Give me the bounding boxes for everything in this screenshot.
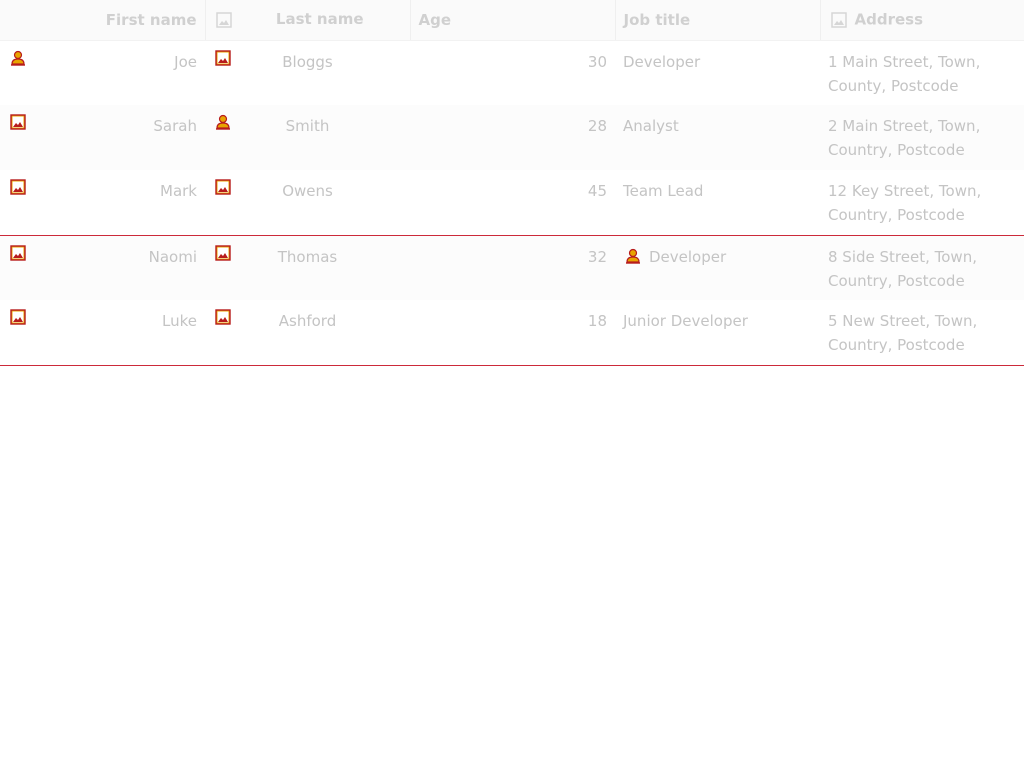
table-row[interactable]: Naomi Thomas 32 Developer 8 Side Street, Tow… bbox=[0, 234, 1024, 300]
column-header-age[interactable]: Age bbox=[410, 0, 616, 41]
cell-age[interactable]: 45 bbox=[410, 170, 615, 235]
column-header-label: Last name bbox=[275, 10, 364, 29]
age-text: 32 bbox=[587, 247, 607, 266]
address-text: 1 Main Street, Town, County, Postcode bbox=[828, 52, 981, 95]
age-text: 28 bbox=[587, 117, 607, 135]
table-row[interactable]: Luke Ashford 18 Junior Developer 5 New Stree… bbox=[0, 300, 1024, 366]
image-icon bbox=[8, 112, 28, 132]
cell-address[interactable]: 8 Side Street, Town, Country, Postcode bbox=[820, 234, 1024, 300]
image-icon bbox=[8, 243, 28, 263]
address-text: 8 Side Street, Town, Country, Postcode bbox=[828, 247, 977, 290]
cell-first-name[interactable]: Naomi bbox=[0, 234, 205, 300]
cell-address[interactable]: 1 Main Street, Town, County, Postcode bbox=[820, 40, 1024, 105]
last-name-text: Ashford bbox=[278, 312, 337, 330]
cell-age[interactable]: 18 bbox=[410, 300, 615, 366]
table-row[interactable]: Sarah Smith 28 Analyst 2 Main Street, Town, … bbox=[0, 105, 1024, 170]
first-name-text: Luke bbox=[162, 312, 197, 330]
cell-first-name[interactable]: Mark bbox=[0, 170, 205, 235]
cell-job-title[interactable]: Developer bbox=[615, 234, 820, 300]
image-icon bbox=[8, 307, 28, 327]
cell-address[interactable]: 12 Key Street, Town, Country, Postcode bbox=[820, 170, 1024, 235]
age-text: 30 bbox=[587, 52, 607, 71]
last-name-text: Bloggs bbox=[282, 52, 333, 71]
column-header-label: Job title bbox=[623, 10, 691, 29]
cell-last-name[interactable]: Smith bbox=[205, 105, 410, 170]
address-text: 12 Key Street, Town, Country, Postcode bbox=[828, 182, 982, 224]
column-header-job-title[interactable]: Job title bbox=[615, 0, 821, 41]
first-name-text: Naomi bbox=[148, 247, 197, 266]
last-name-text: Thomas bbox=[277, 247, 338, 266]
cell-last-name[interactable]: Thomas bbox=[205, 234, 410, 300]
column-header-label: First name bbox=[105, 10, 197, 29]
cell-address[interactable]: 2 Main Street, Town, Country, Postcode bbox=[820, 105, 1024, 170]
address-text: 5 New Street, Town, Country, Postcode bbox=[828, 312, 978, 354]
header-row: First name Last name Age Job title Addre… bbox=[0, 0, 1024, 41]
job-title-text: Developer bbox=[623, 52, 701, 71]
image-icon bbox=[829, 10, 849, 30]
column-header-first-name[interactable]: First name bbox=[0, 0, 206, 41]
cell-last-name[interactable]: Ashford bbox=[205, 300, 410, 366]
column-header-label: Address bbox=[854, 10, 924, 29]
first-name-text: Sarah bbox=[153, 117, 197, 135]
last-name-text: Owens bbox=[282, 182, 333, 200]
age-text: 45 bbox=[587, 182, 607, 200]
address-text: 2 Main Street, Town, Country, Postcode bbox=[828, 117, 981, 159]
cell-last-name[interactable]: Bloggs bbox=[205, 40, 410, 105]
image-icon bbox=[213, 307, 233, 327]
image-icon bbox=[213, 243, 233, 263]
first-name-text: Joe bbox=[174, 52, 197, 71]
column-header-last-name[interactable]: Last name bbox=[205, 0, 411, 41]
person-icon bbox=[623, 246, 643, 266]
cell-age[interactable]: 30 bbox=[410, 40, 615, 105]
cell-job-title[interactable]: Developer bbox=[615, 40, 820, 105]
image-icon bbox=[214, 10, 234, 30]
table-row[interactable]: Mark Owens 45 Team Lead 12 Key Street, Town,… bbox=[0, 170, 1024, 235]
cell-address[interactable]: 5 New Street, Town, Country, Postcode bbox=[820, 300, 1024, 366]
image-icon bbox=[213, 177, 233, 197]
job-title-text: Team Lead bbox=[623, 182, 704, 200]
image-icon bbox=[8, 177, 28, 197]
job-title-text: Analyst bbox=[623, 117, 679, 135]
column-header-address[interactable]: Address bbox=[820, 0, 1024, 41]
cell-job-title[interactable]: Junior Developer bbox=[615, 300, 820, 366]
cell-job-title[interactable]: Analyst bbox=[615, 105, 820, 170]
cell-age[interactable]: 32 bbox=[410, 234, 615, 300]
cell-job-title[interactable]: Team Lead bbox=[615, 170, 820, 235]
table-row[interactable]: Joe Bloggs 30 Developer 1 Main Street, Town,… bbox=[0, 40, 1024, 105]
cell-first-name[interactable]: Joe bbox=[0, 40, 205, 105]
job-title-text: Developer bbox=[649, 247, 727, 266]
cell-first-name[interactable]: Luke bbox=[0, 300, 205, 366]
data-grid: First name Last name Age Job title Addre… bbox=[0, 0, 1024, 366]
cell-age[interactable]: 28 bbox=[410, 105, 615, 170]
first-name-text: Mark bbox=[160, 182, 197, 200]
age-text: 18 bbox=[587, 312, 607, 330]
column-header-label: Age bbox=[418, 10, 452, 29]
last-name-text: Smith bbox=[285, 117, 330, 135]
job-title-text: Junior Developer bbox=[623, 312, 748, 330]
cell-first-name[interactable]: Sarah bbox=[0, 105, 205, 170]
grid-body: Joe Bloggs 30 Developer 1 Main Street, Town,… bbox=[0, 40, 1024, 366]
cell-last-name[interactable]: Owens bbox=[205, 170, 410, 235]
person-icon bbox=[8, 48, 28, 68]
image-icon bbox=[213, 48, 233, 68]
person-icon bbox=[213, 112, 233, 132]
